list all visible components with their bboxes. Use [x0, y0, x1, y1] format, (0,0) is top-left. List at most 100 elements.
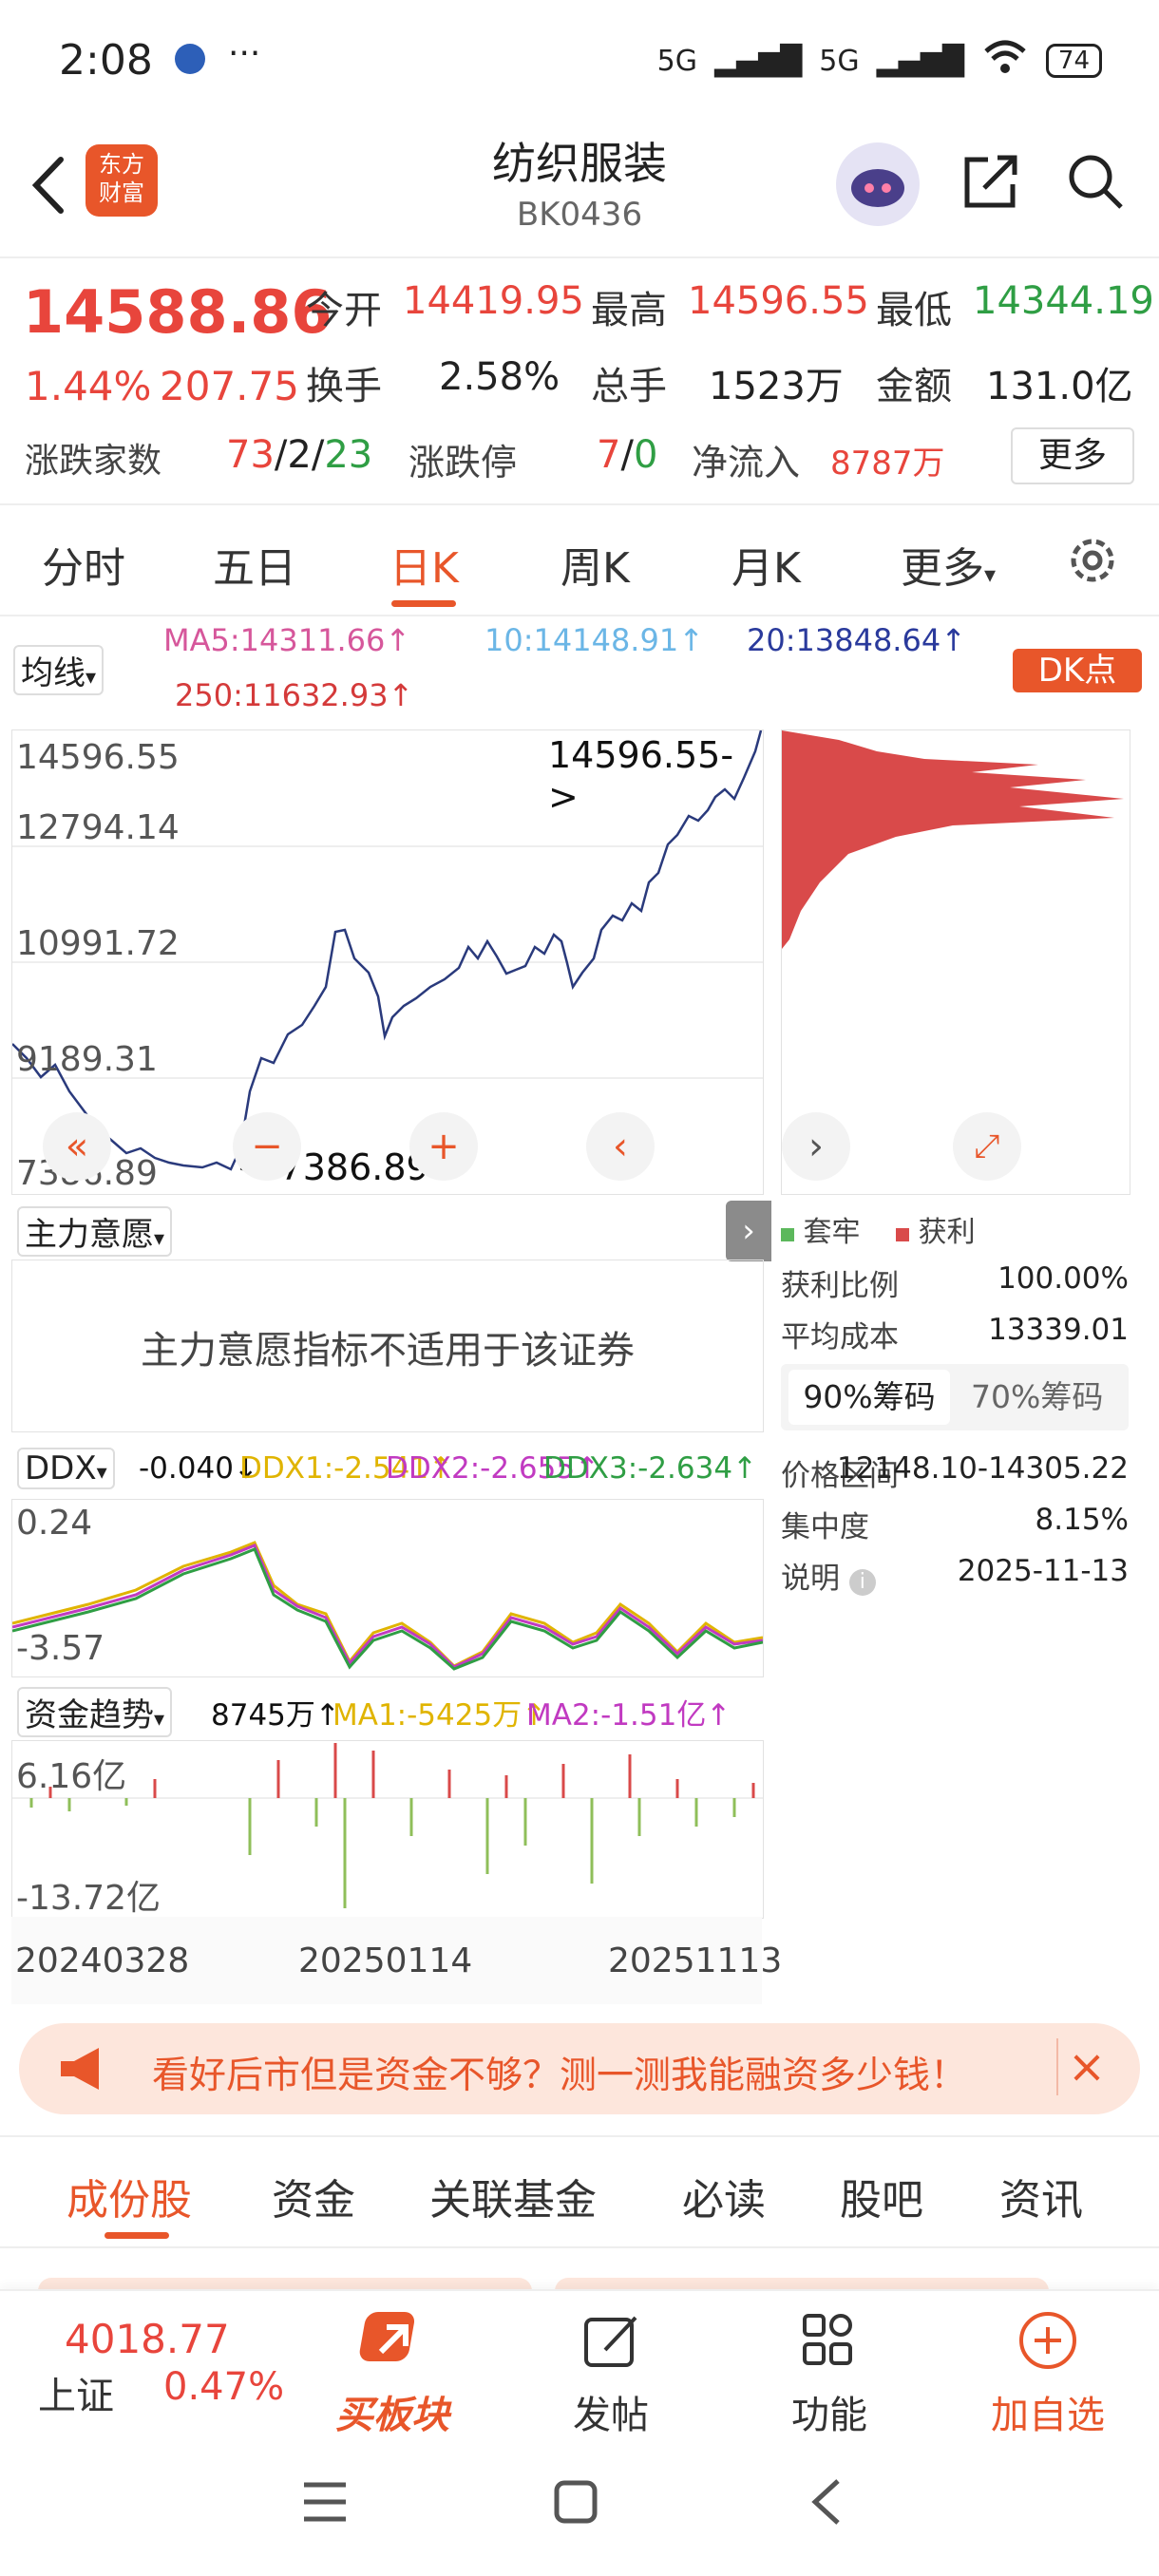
low-label: 最低 — [876, 289, 952, 332]
network-5g-icon-2: 5G — [819, 44, 860, 78]
signal-icon: ▂▄▆█ — [713, 44, 803, 78]
tab-daily-k[interactable]: 日K — [390, 534, 459, 595]
signal-icon-2: ▂▄▆█ — [876, 44, 964, 78]
back-nav-icon[interactable] — [808, 2477, 846, 2527]
fast-rewind-button[interactable]: « — [43, 1112, 111, 1181]
open-label: 今开 — [306, 289, 382, 332]
limit-label: 涨跌停 — [408, 442, 518, 483]
ddx-selector[interactable]: DDX▾ — [17, 1448, 115, 1489]
grid-icon — [803, 2314, 852, 2365]
intent-indicator-bar: 主力意愿▾ › — [11, 1199, 771, 1261]
expand-panel-button[interactable]: › — [726, 1201, 771, 1261]
index-percent: 0.47% — [163, 2365, 285, 2409]
header: 东方 财富 纺织服装 BK0436 — [0, 123, 1159, 247]
amount-value: 131.0亿 — [986, 365, 1133, 408]
tab-five-day[interactable]: 五日 — [213, 534, 296, 595]
profit-swatch — [896, 1228, 910, 1241]
tab-chip-90[interactable]: 90%筹码 — [788, 1370, 950, 1425]
fund-y-top: 6.16亿 — [16, 1757, 127, 1796]
share-icon[interactable] — [960, 150, 1022, 213]
functions-button[interactable]: 功能 — [758, 2306, 901, 2439]
dk-point-button[interactable]: DK点 — [1013, 649, 1142, 692]
profit-ratio-value: 100.00% — [998, 1261, 1129, 1296]
ddx-bar: DDX▾ -0.040↓ DDX1:-2.541↑ DDX2:-2.655↑ D… — [11, 1442, 762, 1499]
tab-must-read[interactable]: 必读 — [682, 2166, 766, 2226]
tab-forum[interactable]: 股吧 — [840, 2166, 923, 2226]
x-label-2: 20250114 — [298, 1941, 473, 1980]
concentration-value: 8.15% — [1035, 1503, 1129, 1537]
assistant-avatar[interactable] — [836, 142, 920, 226]
quote-panel: 14588.86 1.44% 207.75 今开 14419.95 最高 145… — [0, 256, 1159, 496]
ma250-value: 250:11632.93↑ — [175, 677, 414, 713]
note-label[interactable]: 说明 i — [781, 1554, 876, 1597]
banner-text: 看好后市但是资金不够？测一测我能融资多少钱！ — [152, 2055, 968, 2097]
ddx-y-top: 0.24 — [16, 1504, 93, 1543]
y-label-1: 14596.55 — [16, 738, 180, 777]
tab-monthly-k[interactable]: 月K — [732, 534, 801, 595]
y-label-3: 10991.72 — [16, 924, 180, 963]
fund-bars-red — [48, 1743, 755, 1798]
info-icon[interactable]: i — [848, 1569, 876, 1596]
fund-trend-chart: 6.16亿 -13.72亿 — [11, 1740, 764, 1919]
add-watchlist-button[interactable]: 加自选 — [977, 2306, 1119, 2439]
tab-constituents[interactable]: 成份股 — [66, 2166, 192, 2226]
tab-intraday[interactable]: 分时 — [42, 534, 125, 595]
period-tabs: 分时 五日 日K 周K 月K 更多▾ — [0, 503, 1159, 616]
scroll-left-button[interactable]: ‹ — [586, 1112, 655, 1181]
more-quote-button[interactable]: 更多 — [1011, 427, 1134, 484]
expand-icon[interactable]: ⤢ — [953, 1112, 1021, 1181]
index-value[interactable]: 4018.77 — [65, 2316, 230, 2362]
status-time: 2:08 — [59, 36, 153, 85]
buy-sector-icon — [359, 2312, 415, 2361]
tab-chip-70[interactable]: 70%筹码 — [971, 1370, 1103, 1425]
status-bar: 2:08 ··· 5G ▂▄▆█ 5G ▂▄▆█ 74 — [0, 0, 1159, 123]
wifi-icon — [981, 38, 1029, 84]
concentration-label: 集中度 — [781, 1510, 869, 1544]
financing-banner[interactable]: 看好后市但是资金不够？测一测我能融资多少钱！ × — [19, 2023, 1140, 2114]
battery-icon: 74 — [1045, 44, 1102, 78]
low-value: 14344.19 — [973, 279, 1154, 323]
section-tabs: 成份股 资金 关联基金 必读 股吧 资讯 — [0, 2135, 1159, 2248]
tab-related-funds[interactable]: 关联基金 — [429, 2166, 597, 2226]
fund-selector[interactable]: 资金趋势▾ — [17, 1687, 173, 1737]
tab-more[interactable]: 更多▾ — [901, 534, 996, 595]
volume-label: 总手 — [591, 365, 667, 408]
system-navigation-bar — [0, 2432, 1159, 2576]
caret-down-icon: ▾ — [984, 561, 997, 588]
turnover-label: 换手 — [306, 365, 382, 408]
intent-panel: 主力意愿指标不适用于该证券 — [11, 1260, 764, 1432]
status-indicators: 5G ▂▄▆█ 5G ▂▄▆█ 74 — [657, 38, 1102, 84]
inflow-label: 净流入 — [692, 442, 801, 483]
x-label-1: 20240328 — [15, 1941, 190, 1980]
x-axis: 20240328 20250114 20251113 — [11, 1917, 782, 2004]
chip-distribution-chart: › ⤢ — [781, 729, 1130, 1195]
change-amount: 207.75 — [160, 363, 299, 409]
ddx-canvas — [12, 1541, 763, 1671]
fund-y-bottom: -13.72亿 — [16, 1879, 162, 1918]
open-value: 14419.95 — [403, 279, 584, 323]
menu-icon[interactable] — [300, 2479, 350, 2525]
kline-chart[interactable]: 14596.55 12794.14 10991.72 9189.31 7386.… — [11, 729, 764, 1195]
gear-icon[interactable] — [1064, 532, 1121, 589]
ma-selector[interactable]: 均线▾ — [13, 645, 104, 695]
zoom-in-button[interactable]: + — [409, 1112, 478, 1181]
caret-down-icon: ▾ — [154, 1227, 165, 1251]
search-icon[interactable] — [1064, 150, 1127, 213]
limit-value: 7/0 — [597, 433, 658, 477]
close-icon[interactable]: × — [1056, 2038, 1115, 2095]
app-notification-icon — [175, 44, 205, 74]
post-button[interactable]: 发帖 — [540, 2306, 682, 2439]
buy-sector-button[interactable]: 买板块 — [321, 2306, 464, 2439]
caret-down-icon: ▾ — [154, 1708, 165, 1732]
zoom-out-button[interactable]: − — [233, 1112, 301, 1181]
tab-funds[interactable]: 资金 — [272, 2166, 355, 2226]
home-icon[interactable] — [551, 2477, 600, 2527]
chip-legend: 套牢 获利 — [781, 1208, 976, 1250]
ma20-value: 20:13848.64↑ — [747, 622, 966, 658]
ma5-value: MA5:14311.66↑ — [163, 622, 411, 658]
intent-selector[interactable]: 主力意愿▾ — [17, 1206, 173, 1257]
ma10-value: 10:14148.91↑ — [484, 622, 704, 658]
tab-weekly-k[interactable]: 周K — [560, 534, 630, 595]
scroll-right-button[interactable]: › — [782, 1112, 850, 1181]
tab-news[interactable]: 资讯 — [999, 2166, 1083, 2226]
